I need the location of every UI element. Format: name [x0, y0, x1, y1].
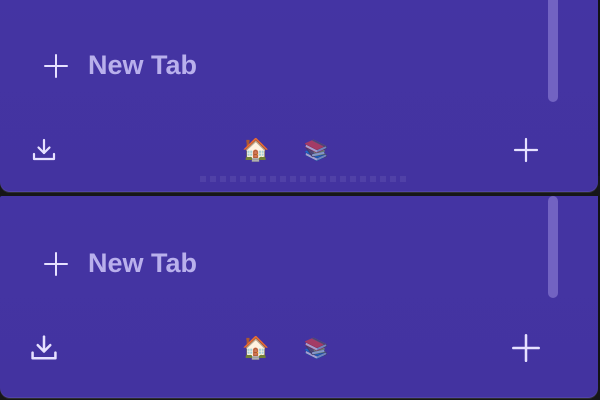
- tab-panel: New Tab 🏠 📚: [0, 0, 598, 192]
- home-shortcut-icon[interactable]: 🏠: [236, 332, 276, 364]
- plus-icon: [44, 53, 68, 78]
- tab-panel: New Tab 🏠 📚: [0, 196, 598, 398]
- downloads-button[interactable]: [24, 130, 64, 170]
- plus-icon: [512, 334, 540, 362]
- add-button[interactable]: [506, 328, 546, 368]
- home-shortcut-icon[interactable]: 🏠: [236, 134, 276, 166]
- panel-footer: 🏠 📚: [0, 130, 598, 170]
- new-tab-label: New Tab: [88, 248, 198, 278]
- download-icon: [31, 335, 57, 360]
- books-emoji: 📚: [303, 139, 329, 162]
- blurred-text-fragment: [200, 176, 410, 182]
- home-emoji: 🏠: [242, 335, 270, 360]
- plus-icon: [513, 137, 539, 163]
- plus-icon: [44, 251, 68, 276]
- books-emoji: 📚: [303, 337, 329, 360]
- download-icon: [32, 138, 56, 161]
- scrollbar-thumb[interactable]: [548, 196, 558, 298]
- books-shortcut-icon[interactable]: 📚: [296, 134, 336, 166]
- screen: New Tab 🏠 📚 New Tab 🏠 📚: [0, 0, 600, 400]
- new-tab-button[interactable]: New Tab: [44, 248, 197, 279]
- panel-footer: 🏠 📚: [0, 328, 598, 368]
- new-tab-label: New Tab: [88, 50, 198, 80]
- new-tab-button[interactable]: New Tab: [44, 50, 197, 81]
- add-button[interactable]: [506, 130, 546, 170]
- home-emoji: 🏠: [242, 137, 270, 162]
- books-shortcut-icon[interactable]: 📚: [296, 332, 336, 364]
- downloads-button[interactable]: [24, 328, 64, 368]
- scrollbar-thumb[interactable]: [548, 0, 558, 102]
